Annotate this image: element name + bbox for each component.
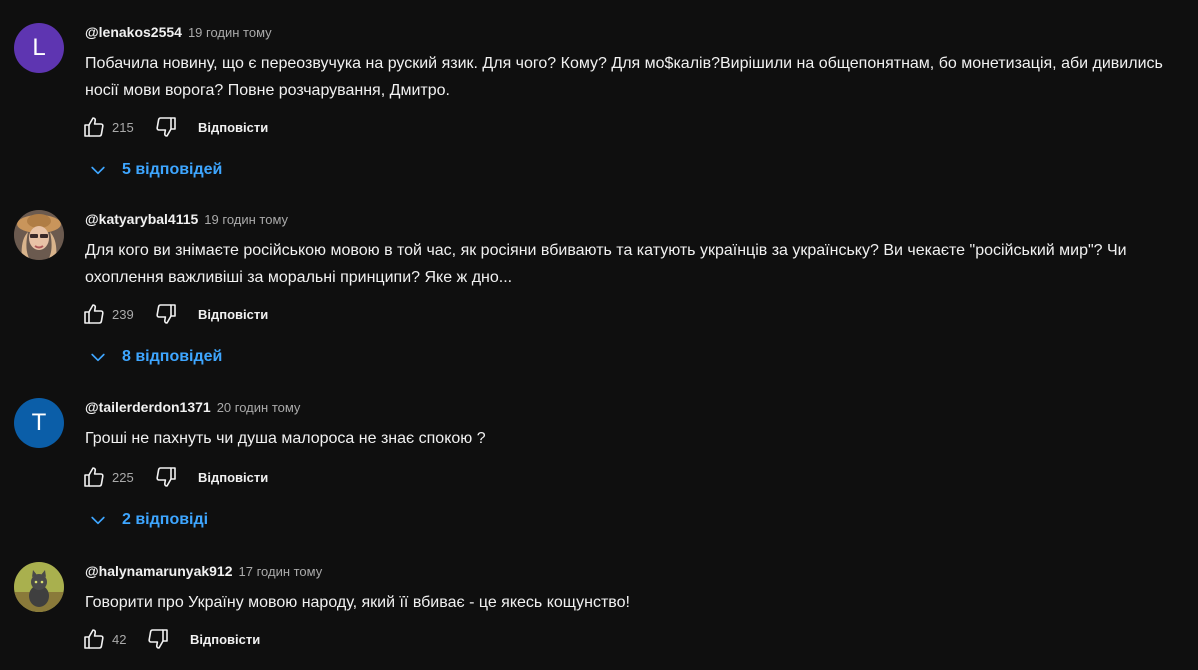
- comment-text: Для кого ви знімаєте російською мовою в …: [85, 242, 1127, 286]
- like-button[interactable]: [80, 113, 108, 141]
- avatar[interactable]: [14, 562, 64, 612]
- avatar-photo-icon: [14, 210, 64, 260]
- thumbs-up-icon: [84, 304, 104, 324]
- comment-actions: 239 Відповісти: [80, 298, 268, 330]
- reply-button[interactable]: Відповісти: [198, 120, 268, 135]
- replies-count-label: 5 відповідей: [122, 161, 223, 178]
- chevron-down-icon: [91, 353, 105, 362]
- like-button[interactable]: [80, 625, 108, 653]
- thumbs-down-icon: [156, 117, 176, 137]
- like-count: 42: [112, 631, 127, 647]
- like-button[interactable]: [80, 300, 108, 328]
- dislike-button[interactable]: [144, 625, 172, 653]
- comment-timestamp[interactable]: 20 годин тому: [217, 400, 301, 415]
- replies-count-label: 8 відповідей: [122, 348, 223, 365]
- replies-count-label: 2 відповіді: [122, 511, 209, 528]
- comment-actions: 215 Відповісти: [80, 111, 268, 143]
- comment-timestamp[interactable]: 17 годин тому: [239, 564, 323, 579]
- comment-author[interactable]: @tailerderdon1371: [85, 399, 211, 415]
- comment-actions: 225 Відповісти: [80, 461, 268, 493]
- chevron-down-icon: [91, 516, 105, 525]
- like-count: 239: [112, 306, 134, 322]
- avatar[interactable]: L: [14, 23, 64, 73]
- thumbs-up-icon: [84, 629, 104, 649]
- comment-header: @katyarybal4115 19 годин тому: [85, 211, 288, 229]
- thumbs-down-icon: [148, 629, 168, 649]
- comment-text: Побачила новину, що є переозвучука на ру…: [85, 55, 1163, 99]
- thumbs-up-icon: [84, 467, 104, 487]
- dislike-button[interactable]: [152, 113, 180, 141]
- reply-button[interactable]: Відповісти: [198, 470, 268, 485]
- comment-actions: 42 Відповісти: [80, 623, 260, 655]
- thumbs-down-icon: [156, 304, 176, 324]
- avatar[interactable]: [14, 210, 64, 260]
- comment-timestamp[interactable]: 19 годин тому: [204, 212, 288, 227]
- reply-button[interactable]: Відповісти: [198, 307, 268, 322]
- avatar-photo-icon: [14, 562, 64, 612]
- avatar-letter: T: [31, 409, 47, 436]
- chevron-down-icon: [91, 166, 105, 175]
- view-replies-button[interactable]: 2 відповіді: [88, 505, 208, 535]
- view-replies-button[interactable]: 5 відповідей: [88, 155, 222, 185]
- comment-text: Гроші не пахнуть чи душа малороса не зна…: [85, 430, 486, 447]
- comment-text: Говорити про Україну мовою народу, який …: [85, 594, 630, 611]
- comment-timestamp[interactable]: 19 годин тому: [188, 25, 272, 40]
- like-count: 225: [112, 469, 134, 485]
- comment-header: @lenakos2554 19 годин тому: [85, 24, 272, 42]
- thumbs-down-icon: [156, 467, 176, 487]
- comment-header: @tailerderdon1371 20 годин тому: [85, 399, 300, 417]
- comment-author[interactable]: @halynamarunyak912: [85, 563, 233, 579]
- avatar[interactable]: T: [14, 398, 64, 448]
- comment-author[interactable]: @katyarybal4115: [85, 211, 198, 227]
- dislike-button[interactable]: [152, 300, 180, 328]
- like-button[interactable]: [80, 463, 108, 491]
- dislike-button[interactable]: [152, 463, 180, 491]
- comment-header: @halynamarunyak912 17 годин тому: [85, 563, 322, 581]
- comments-section: L @lenakos2554 19 годин тому Побачила но…: [0, 0, 1198, 670]
- like-count: 215: [112, 119, 134, 135]
- comment-author[interactable]: @lenakos2554: [85, 24, 182, 40]
- view-replies-button[interactable]: 8 відповідей: [88, 342, 222, 372]
- thumbs-up-icon: [84, 117, 104, 137]
- avatar-letter: L: [32, 34, 46, 61]
- reply-button[interactable]: Відповісти: [190, 632, 260, 647]
